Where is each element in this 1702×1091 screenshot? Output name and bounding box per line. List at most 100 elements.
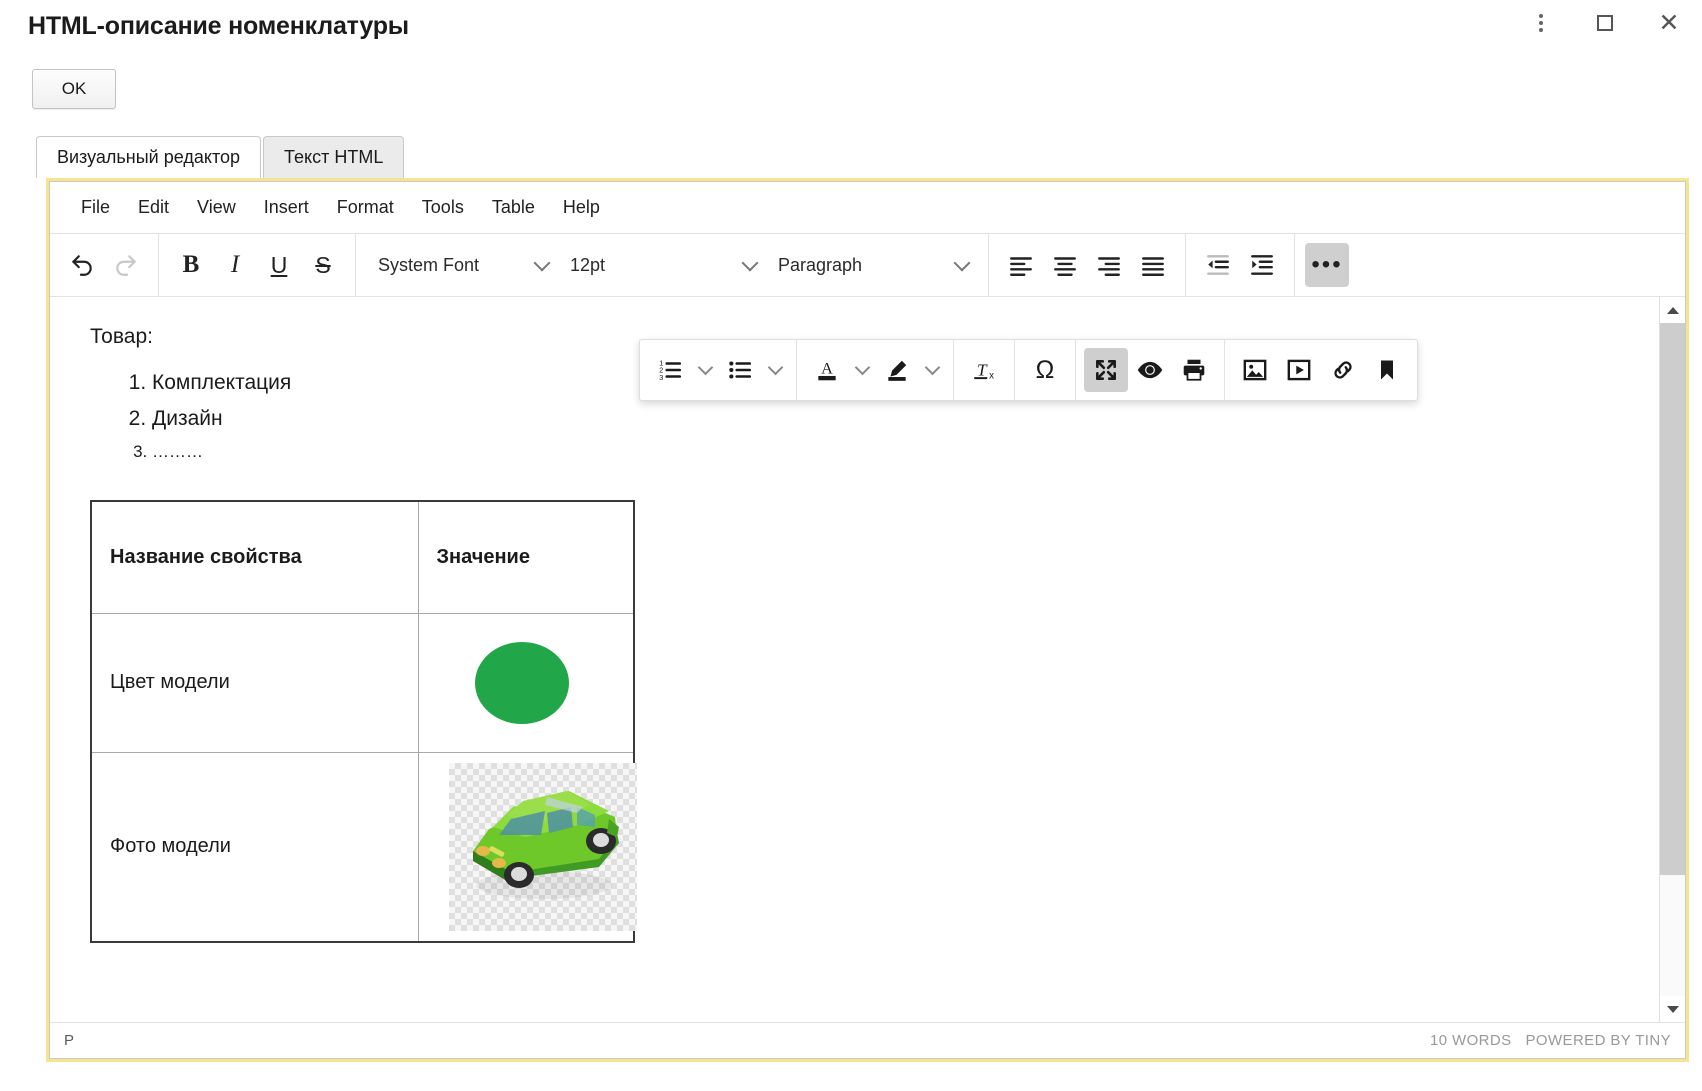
preview-icon bbox=[1136, 356, 1164, 384]
indent-icon bbox=[1249, 252, 1275, 278]
highlight-color-chevron-button[interactable] bbox=[919, 348, 945, 392]
ok-button[interactable]: OK bbox=[32, 69, 116, 109]
svg-text:x: x bbox=[989, 371, 994, 382]
toolbar-group-indent bbox=[1186, 234, 1295, 296]
table-cell-property: Цвет модели bbox=[91, 613, 418, 752]
scroll-up-button[interactable] bbox=[1660, 297, 1686, 323]
tab-html-source[interactable]: Текст HTML bbox=[263, 136, 404, 178]
properties-table: Название свойства Значение Цвет модели Ф… bbox=[90, 500, 635, 943]
indent-button[interactable] bbox=[1240, 243, 1284, 287]
page-title: HTML-описание номенклатуры bbox=[28, 12, 409, 41]
insert-image-button[interactable] bbox=[1233, 348, 1277, 392]
toolbar-group-history bbox=[50, 234, 159, 296]
print-icon bbox=[1181, 357, 1207, 383]
ellipsis-icon: ••• bbox=[1311, 260, 1342, 270]
redo-button[interactable] bbox=[104, 243, 148, 287]
numbered-list-chevron-button[interactable] bbox=[692, 348, 718, 392]
menu-view[interactable]: View bbox=[183, 191, 250, 224]
close-button[interactable]: ✕ bbox=[1652, 6, 1686, 40]
maximize-button[interactable] bbox=[1588, 6, 1622, 40]
more-options-button[interactable] bbox=[1524, 6, 1558, 40]
scrollbar-track[interactable] bbox=[1660, 323, 1686, 996]
menu-tools[interactable]: Tools bbox=[408, 191, 478, 224]
list-item: Дизайн bbox=[152, 401, 1619, 437]
editor-scrollbar[interactable] bbox=[1659, 297, 1685, 1022]
toolbar-group-overflow: ••• bbox=[1295, 234, 1359, 296]
editor-toolbar: B I U S System Font 12pt bbox=[50, 234, 1685, 297]
align-left-icon bbox=[1008, 252, 1034, 278]
align-right-button[interactable] bbox=[1087, 243, 1131, 287]
model-photo-image bbox=[449, 763, 637, 931]
align-center-icon bbox=[1052, 252, 1078, 278]
text-color-icon: A bbox=[814, 357, 840, 383]
document-canvas[interactable]: Товар: Комплектация Дизайн ……… Название … bbox=[50, 297, 1659, 1022]
strikethrough-button[interactable]: S bbox=[301, 243, 345, 287]
toolbar-group-alignment bbox=[989, 234, 1186, 296]
numbered-list-icon: 1 2 3 bbox=[657, 357, 683, 383]
underline-button[interactable]: U bbox=[257, 243, 301, 287]
window-header: HTML-описание номенклатуры ✕ bbox=[0, 0, 1702, 56]
scroll-down-button[interactable] bbox=[1660, 996, 1686, 1022]
align-justify-button[interactable] bbox=[1131, 243, 1175, 287]
word-count: 10 WORDS bbox=[1430, 1032, 1512, 1049]
scrollbar-thumb[interactable] bbox=[1660, 323, 1686, 875]
menu-help[interactable]: Help bbox=[549, 191, 614, 224]
italic-icon: I bbox=[231, 251, 239, 279]
clear-formatting-icon: T x bbox=[971, 357, 997, 383]
text-color-chevron-button[interactable] bbox=[849, 348, 875, 392]
font-size-select[interactable]: 12pt bbox=[558, 243, 766, 287]
bold-button[interactable]: B bbox=[169, 243, 213, 287]
insert-link-button[interactable] bbox=[1321, 348, 1365, 392]
outdent-button[interactable] bbox=[1196, 243, 1240, 287]
omega-icon: Ω bbox=[1036, 356, 1055, 385]
list-item: ……… bbox=[152, 437, 1619, 466]
chevron-down-icon bbox=[924, 360, 940, 376]
clear-formatting-button[interactable]: T x bbox=[962, 348, 1006, 392]
italic-button[interactable]: I bbox=[213, 243, 257, 287]
overflow-group-clear: T x bbox=[954, 340, 1015, 400]
overflow-group-lists: 1 2 3 bbox=[640, 340, 797, 400]
chevron-down-icon bbox=[697, 360, 713, 376]
highlight-color-button[interactable] bbox=[875, 348, 919, 392]
bullet-list-button[interactable] bbox=[718, 348, 762, 392]
bullet-list-chevron-button[interactable] bbox=[762, 348, 788, 392]
tab-visual-editor[interactable]: Визуальный редактор bbox=[36, 136, 261, 178]
table-header-value: Значение bbox=[418, 501, 634, 613]
align-justify-icon bbox=[1140, 252, 1166, 278]
svg-text:T: T bbox=[977, 360, 988, 379]
bullet-list-icon bbox=[727, 357, 753, 383]
strikethrough-icon: S bbox=[315, 252, 330, 279]
menu-file[interactable]: File bbox=[67, 191, 124, 224]
table-cell-property: Фото модели bbox=[91, 752, 418, 942]
toolbar-more-button[interactable]: ••• bbox=[1305, 243, 1349, 287]
menu-edit[interactable]: Edit bbox=[124, 191, 183, 224]
print-button[interactable] bbox=[1172, 348, 1216, 392]
align-left-button[interactable] bbox=[999, 243, 1043, 287]
more-options-icon bbox=[1539, 14, 1543, 32]
insert-image-icon bbox=[1242, 357, 1268, 383]
bold-icon: B bbox=[183, 251, 200, 279]
special-character-button[interactable]: Ω bbox=[1023, 348, 1067, 392]
font-size-value: 12pt bbox=[570, 255, 605, 276]
tiny-branding[interactable]: POWERED BY TINY bbox=[1526, 1032, 1671, 1049]
align-right-icon bbox=[1096, 252, 1122, 278]
insert-media-button[interactable] bbox=[1277, 348, 1321, 392]
numbered-list-button[interactable]: 1 2 3 bbox=[648, 348, 692, 392]
element-path[interactable]: P bbox=[64, 1032, 74, 1049]
menu-format[interactable]: Format bbox=[323, 191, 408, 224]
chevron-down-icon bbox=[1667, 1006, 1679, 1013]
editor-body: Товар: Комплектация Дизайн ……… Название … bbox=[50, 297, 1685, 1022]
align-center-button[interactable] bbox=[1043, 243, 1087, 287]
text-color-button[interactable]: A bbox=[805, 348, 849, 392]
insert-media-icon bbox=[1286, 357, 1312, 383]
block-format-select[interactable]: Paragraph bbox=[766, 243, 978, 287]
font-family-select[interactable]: System Font bbox=[366, 243, 558, 287]
preview-button[interactable] bbox=[1128, 348, 1172, 392]
menu-table[interactable]: Table bbox=[478, 191, 549, 224]
chevron-down-icon bbox=[742, 254, 759, 271]
editor-menubar: File Edit View Insert Format Tools Table… bbox=[50, 182, 1685, 234]
fullscreen-button[interactable] bbox=[1084, 348, 1128, 392]
menu-insert[interactable]: Insert bbox=[250, 191, 323, 224]
anchor-button[interactable] bbox=[1365, 348, 1409, 392]
undo-button[interactable] bbox=[60, 243, 104, 287]
